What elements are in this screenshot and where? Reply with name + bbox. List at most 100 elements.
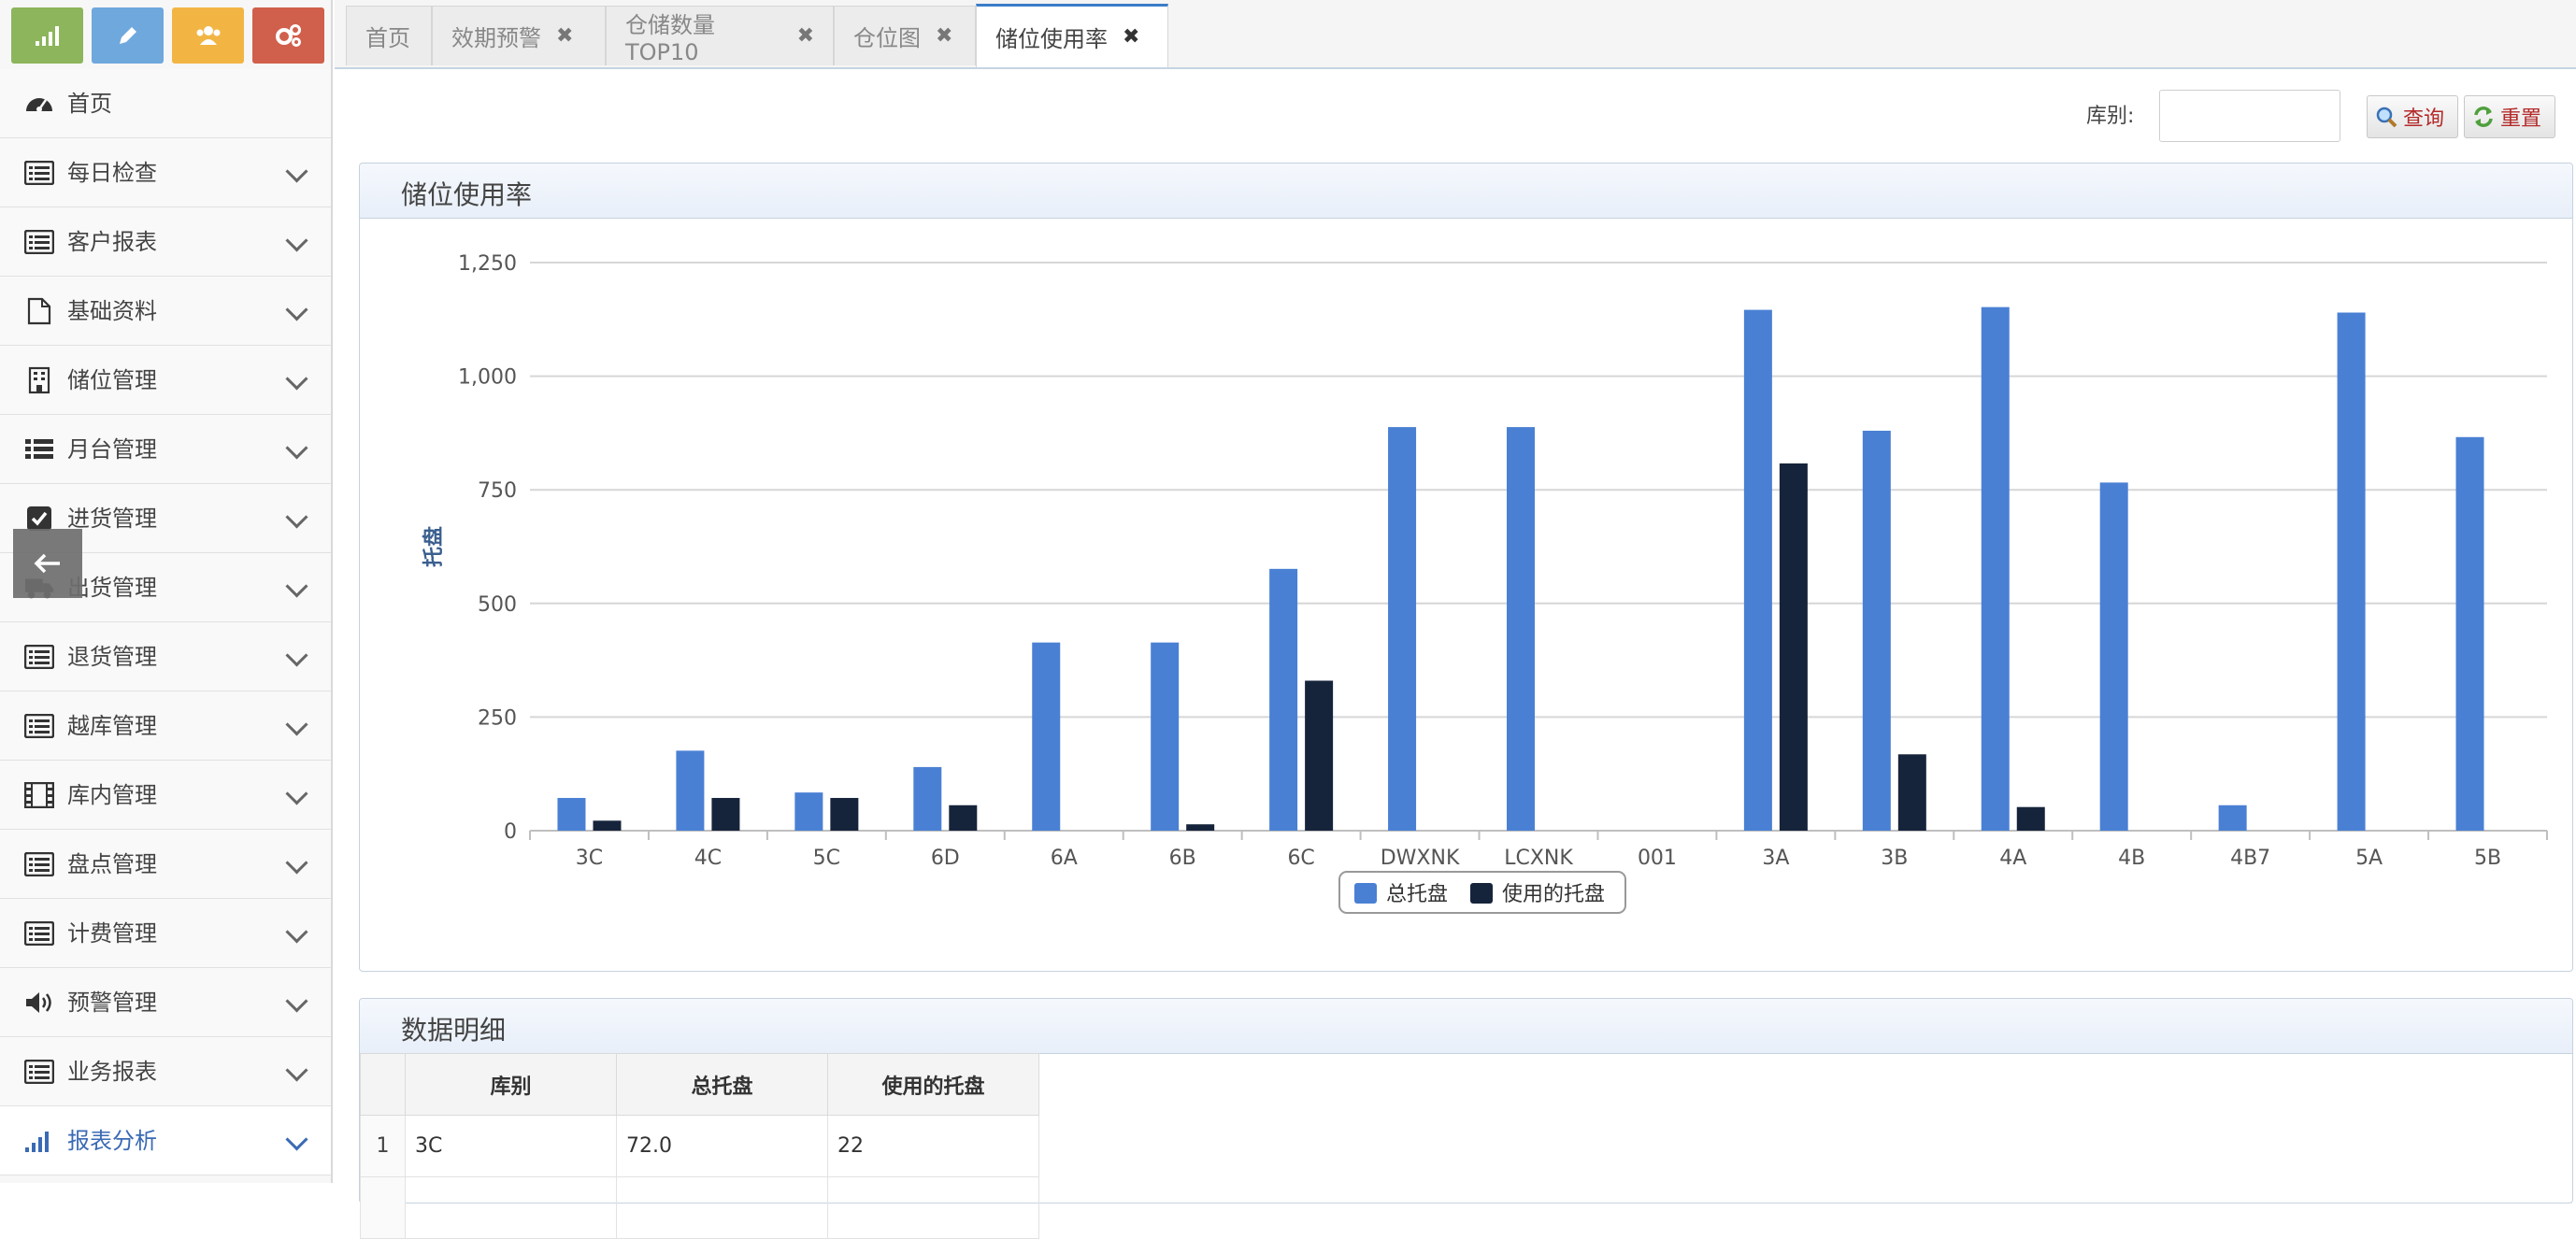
bar-total-pallets xyxy=(2099,482,2128,831)
sidebar-item[interactable]: 业务报表 xyxy=(0,1037,331,1106)
table-cell: 72.0 xyxy=(616,1115,828,1177)
bar-total-pallets xyxy=(1151,642,1180,831)
sidebar-item[interactable]: 基础资料 xyxy=(0,277,331,346)
chevron-down-icon[interactable] xyxy=(285,436,308,460)
chevron-down-icon[interactable] xyxy=(285,644,308,667)
table-row[interactable] xyxy=(360,1176,1039,1239)
sidebar-item-label: 月台管理 xyxy=(67,436,157,463)
chevron-down-icon[interactable] xyxy=(285,713,308,736)
y-axis-title: 托盘 xyxy=(422,526,446,567)
close-icon[interactable]: ✖ xyxy=(556,24,573,48)
list-icon xyxy=(24,1058,54,1086)
tab-expiry-warning[interactable]: 效期预警 ✖ xyxy=(432,6,606,65)
tab-home[interactable]: 首页 xyxy=(346,6,432,65)
sidebar-item-label: 越库管理 xyxy=(67,713,157,739)
warehouse-input[interactable] xyxy=(2159,90,2340,142)
sidebar-item[interactable]: 每日检查 xyxy=(0,138,331,207)
sidebar-item[interactable]: 退货管理 xyxy=(0,622,331,691)
sidebar-item[interactable]: 预警管理 xyxy=(0,968,331,1037)
close-icon[interactable]: ✖ xyxy=(936,24,952,48)
query-label: 查询 xyxy=(2403,107,2445,131)
chevron-down-icon[interactable] xyxy=(285,575,308,598)
edit-shortcut-button[interactable] xyxy=(92,7,164,64)
users-shortcut-button[interactable] xyxy=(172,7,244,64)
bar-used-pallets xyxy=(1186,824,1215,831)
building-icon xyxy=(24,366,54,394)
x-tick-label: 3C xyxy=(576,847,603,870)
bar-total-pallets xyxy=(913,766,942,831)
tab-bar: 首页 效期预警 ✖ 仓储数量TOP10 ✖ 仓位图 ✖ 储位使用率 ✖ xyxy=(335,0,2576,69)
table-panel: 数据明细 库别 总托盘 使用的托盘 1 3C 72.0 22 xyxy=(359,998,2573,1239)
column-header[interactable]: 库别 xyxy=(405,1053,617,1116)
bar-total-pallets xyxy=(1981,306,2010,831)
sidebar-item-label: 每日检查 xyxy=(67,160,157,186)
chevron-down-icon[interactable] xyxy=(285,851,308,875)
usage-bar-chart: 0 250 500 750 1,000 1,250 托盘 3C 4C 5C 6D 6A 6B 6C DWXN… xyxy=(422,252,2548,914)
sidebar-item[interactable]: 月台管理 xyxy=(0,415,331,484)
pencil-icon xyxy=(119,27,136,44)
sidebar-item[interactable]: 计费管理 xyxy=(0,899,331,968)
sidebar-item-label: 基础资料 xyxy=(67,298,157,324)
legend-swatch[interactable] xyxy=(1354,883,1377,904)
chevron-down-icon[interactable] xyxy=(285,367,308,391)
sidebar-item-label: 计费管理 xyxy=(67,920,157,947)
table-panel-title: 数据明细 xyxy=(401,1015,507,1046)
bar-total-pallets xyxy=(2337,312,2366,831)
sidebar-item[interactable]: 库内管理 xyxy=(0,761,331,830)
list-icon xyxy=(24,712,54,740)
sidebar-item[interactable]: 客户报表 xyxy=(0,207,331,277)
chevron-down-icon[interactable] xyxy=(285,1059,308,1082)
sidebar-item-label: 储位管理 xyxy=(67,367,157,393)
legend-label[interactable]: 使用的托盘 xyxy=(1502,883,1605,906)
refresh-icon xyxy=(2474,107,2493,127)
table-cell: 3C xyxy=(405,1115,617,1177)
sidebar-item[interactable]: 越库管理 xyxy=(0,691,331,761)
warehouse-label: 库别: xyxy=(2086,105,2135,128)
reset-button[interactable]: 重置 xyxy=(2464,95,2555,138)
column-header[interactable]: 使用的托盘 xyxy=(827,1053,1039,1116)
row-number: 1 xyxy=(360,1115,406,1177)
row-number xyxy=(360,1176,406,1239)
sidebar-item[interactable]: 盘点管理 xyxy=(0,830,331,899)
sidebar-item[interactable]: 首页 xyxy=(0,69,331,138)
sidebar-item[interactable]: 储位管理 xyxy=(0,346,331,415)
x-tick-label: 6B xyxy=(1169,847,1196,870)
query-button[interactable]: 查询 xyxy=(2367,95,2458,138)
dashboard-icon xyxy=(24,90,54,118)
bar-used-pallets xyxy=(2016,806,2045,831)
table-cell xyxy=(616,1176,828,1239)
chevron-down-icon[interactable] xyxy=(285,229,308,252)
chevron-down-icon[interactable] xyxy=(285,920,308,944)
tab-location-map[interactable]: 仓位图 ✖ xyxy=(834,6,976,65)
table-row[interactable]: 1 3C 72.0 22 xyxy=(360,1115,1039,1177)
tab-storage-top10[interactable]: 仓储数量TOP10 ✖ xyxy=(606,6,834,65)
sidebar-item-label: 报表分析 xyxy=(67,1128,157,1154)
sidebar-shortcuts xyxy=(11,7,324,64)
close-icon[interactable]: ✖ xyxy=(797,24,814,48)
chevron-down-icon[interactable] xyxy=(285,990,308,1013)
tab-location-usage[interactable]: 储位使用率 ✖ xyxy=(976,4,1168,67)
legend-label[interactable]: 总托盘 xyxy=(1386,883,1448,906)
x-tick-label: 5B xyxy=(2474,847,2501,870)
collapse-sidebar-button[interactable] xyxy=(13,529,82,598)
legend-swatch[interactable] xyxy=(1470,883,1493,904)
volume-icon xyxy=(24,989,54,1017)
stats-shortcut-button[interactable] xyxy=(11,7,83,64)
settings-shortcut-button[interactable] xyxy=(252,7,324,64)
gears-icon xyxy=(275,24,301,47)
bar-total-pallets xyxy=(1507,427,1535,831)
column-header[interactable]: 总托盘 xyxy=(616,1053,828,1116)
chevron-down-icon[interactable] xyxy=(285,782,308,805)
x-tick-label: 4C xyxy=(694,847,722,870)
close-icon[interactable]: ✖ xyxy=(1123,25,1139,49)
signal-bars-icon xyxy=(35,26,59,46)
y-tick-label: 1,250 xyxy=(458,252,517,276)
bar-total-pallets xyxy=(1269,568,1298,831)
list-icon xyxy=(24,850,54,878)
chevron-down-icon[interactable] xyxy=(285,160,308,183)
chevron-down-icon[interactable] xyxy=(285,506,308,529)
y-tick-label: 1,000 xyxy=(458,366,517,390)
sidebar-item[interactable]: 报表分析 xyxy=(0,1106,331,1175)
chevron-down-icon[interactable] xyxy=(285,1128,308,1151)
chevron-down-icon[interactable] xyxy=(285,298,308,321)
